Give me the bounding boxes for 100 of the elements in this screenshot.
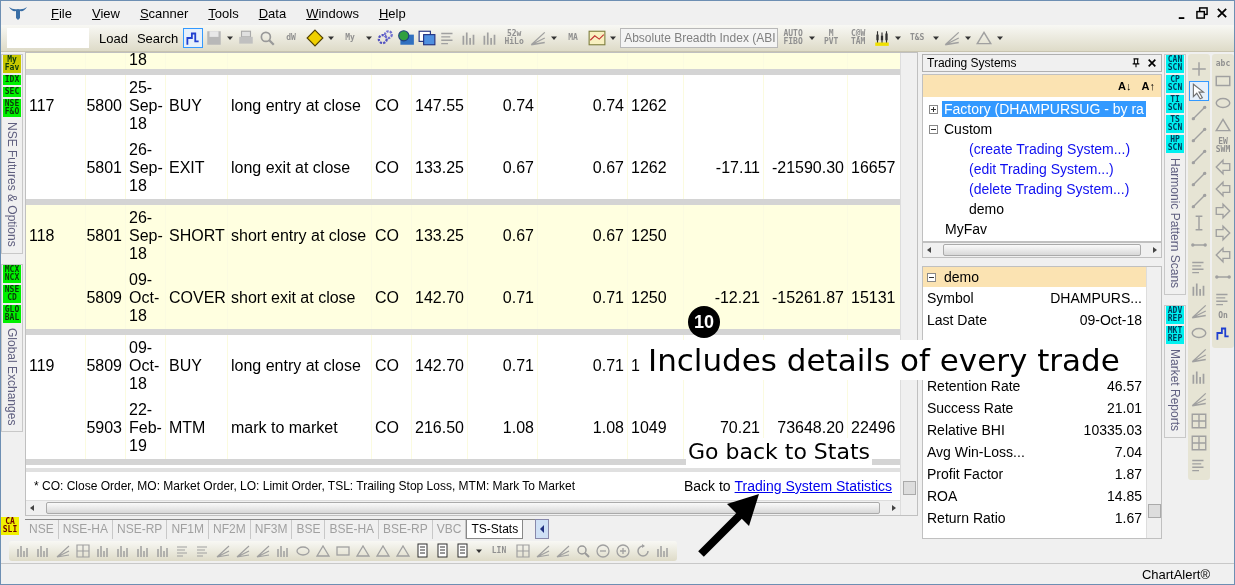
- document-icon[interactable]: [455, 543, 471, 559]
- trend-line-icon[interactable]: [184, 29, 203, 47]
- rectangle-icon[interactable]: [335, 543, 351, 559]
- restore-icon[interactable]: [1196, 7, 1208, 19]
- side-tab[interactable]: ADV REP MKT REP Market Reports: [1164, 305, 1186, 439]
- line-tool-icon[interactable]: [1190, 170, 1208, 188]
- triangle-icon[interactable]: [375, 543, 391, 559]
- tree-item[interactable]: Custom: [942, 121, 995, 137]
- statistics-link[interactable]: Trading System Statistics: [734, 478, 892, 494]
- toolbar-button[interactable]: Search: [133, 30, 182, 46]
- pointer-icon[interactable]: [1190, 82, 1208, 100]
- grid-icon[interactable]: [515, 543, 531, 559]
- tree-item[interactable]: MyFav: [943, 221, 989, 237]
- exchange-badge[interactable]: My Fav: [3, 55, 21, 73]
- caret-icon[interactable]: [365, 34, 374, 42]
- exchange-badge[interactable]: CAN SCN: [1166, 55, 1184, 73]
- toolbar-button[interactable]: Load: [96, 30, 131, 46]
- search-field[interactable]: [7, 28, 89, 48]
- exchange-badge[interactable]: HP SCN: [1166, 135, 1184, 153]
- fan-lines-icon[interactable]: [1190, 390, 1208, 408]
- tree-item[interactable]: (create Trading System...): [967, 141, 1133, 157]
- sort-button[interactable]: A↓: [1116, 80, 1134, 92]
- bar-chart-icon[interactable]: [35, 543, 51, 559]
- exchange-badge[interactable]: NSE F&O: [3, 99, 21, 117]
- triangle-icon[interactable]: [315, 543, 331, 559]
- category-header[interactable]: demo: [923, 267, 1146, 287]
- sheet-tab[interactable]: TS-Stats: [466, 520, 524, 539]
- side-tab[interactable]: CAN SCN CP SCN TI SCN TS SCN HP SCN Harmonic Pattern Scans: [1164, 54, 1186, 296]
- zoom-in-icon[interactable]: [615, 543, 631, 559]
- horizontal-scrollbar[interactable]: [26, 500, 900, 515]
- caret-icon[interactable]: [550, 34, 559, 42]
- fan-lines-icon[interactable]: [215, 543, 231, 559]
- exchange-badge[interactable]: TS SCN: [1166, 115, 1184, 133]
- tree-item[interactable]: (delete Trading System...): [967, 181, 1132, 197]
- menu-item[interactable]: View: [81, 5, 130, 21]
- exchange-badge[interactable]: IDX: [3, 75, 21, 85]
- candlestick-icon[interactable]: [873, 29, 892, 47]
- magnifier-icon[interactable]: [258, 29, 277, 47]
- grid-icon[interactable]: [1190, 434, 1208, 452]
- gear-icon[interactable]: [376, 29, 395, 47]
- caret-icon[interactable]: [327, 34, 336, 42]
- left-arrow-icon[interactable]: [1214, 246, 1232, 264]
- tree-item[interactable]: (edit Trading System...): [967, 161, 1116, 177]
- right-arrow-icon[interactable]: [1214, 202, 1232, 220]
- caret-icon[interactable]: [894, 34, 903, 42]
- scroll-right-icon[interactable]: [890, 504, 898, 512]
- collapse-icon[interactable]: [927, 272, 936, 282]
- tab-scroll-button[interactable]: [535, 519, 549, 539]
- collapse-icon[interactable]: [929, 124, 938, 134]
- bar-chart-icon[interactable]: [135, 543, 151, 559]
- caret-icon[interactable]: [996, 34, 1005, 42]
- pin-icon[interactable]: [1131, 58, 1141, 68]
- tree-item[interactable]: demo: [967, 201, 1007, 217]
- sort-button[interactable]: A↑: [1139, 80, 1157, 92]
- bar-chart-icon[interactable]: [95, 543, 111, 559]
- fan-lines-icon[interactable]: [535, 543, 551, 559]
- exchange-badge[interactable]: CP SCN: [1166, 75, 1184, 93]
- caret-icon[interactable]: [964, 34, 973, 42]
- side-tab[interactable]: MCX NCX NSE CD GLO BAL Global Exchanges: [1, 263, 23, 433]
- indicator-dropdown[interactable]: Absolute Breadth Index (ABI: [620, 28, 779, 48]
- exchange-badge[interactable]: TI SCN: [1166, 95, 1184, 113]
- caret-icon[interactable]: [808, 34, 817, 42]
- document-icon[interactable]: [415, 543, 431, 559]
- side-tab[interactable]: My Fav IDX SEC NSE F&O NSE Futures & Options: [1, 54, 23, 254]
- zoom-out-icon[interactable]: [595, 543, 611, 559]
- menu-item[interactable]: Scanner: [129, 5, 199, 21]
- menu-item[interactable]: Data: [248, 5, 297, 21]
- right-arrow-icon[interactable]: [1214, 224, 1232, 242]
- left-arrow-icon[interactable]: [1214, 180, 1232, 198]
- magnifier-icon[interactable]: [575, 543, 591, 559]
- exchange-badge[interactable]: MKT REP: [1166, 326, 1184, 345]
- grid-icon[interactable]: [1190, 412, 1208, 430]
- scroll-left-icon[interactable]: [925, 246, 933, 254]
- fan-lines-icon[interactable]: [555, 543, 571, 559]
- refresh-icon[interactable]: [635, 543, 651, 559]
- left-arrow-icon[interactable]: [1214, 158, 1232, 176]
- triangle-icon[interactable]: [1214, 116, 1232, 134]
- menu-item[interactable]: File: [41, 5, 82, 21]
- close-icon[interactable]: [1147, 58, 1157, 68]
- expand-icon[interactable]: [929, 104, 938, 114]
- menu-item[interactable]: Tools: [198, 5, 249, 21]
- ellipse-icon[interactable]: [295, 543, 311, 559]
- caret-icon[interactable]: [932, 34, 941, 42]
- bar-chart-icon[interactable]: [15, 543, 31, 559]
- scroll-left-icon[interactable]: [28, 504, 36, 512]
- exchange-badge[interactable]: CA SLI: [1, 517, 19, 535]
- document-icon[interactable]: [435, 543, 451, 559]
- bar-chart-icon[interactable]: [655, 543, 671, 559]
- caret-icon[interactable]: [475, 547, 483, 555]
- fan-lines-icon[interactable]: [255, 543, 271, 559]
- horizontal-scrollbar[interactable]: [922, 242, 1162, 258]
- diamond-icon[interactable]: [306, 29, 325, 47]
- exchange-badge[interactable]: GLO BAL: [3, 304, 21, 323]
- scroll-right-icon[interactable]: [1151, 246, 1159, 254]
- caret-icon[interactable]: [609, 34, 618, 42]
- fan-lines-icon[interactable]: [1190, 302, 1208, 320]
- grid-icon[interactable]: [75, 543, 91, 559]
- line-tool-icon[interactable]: [1190, 126, 1208, 144]
- bar-chart-icon[interactable]: [155, 543, 171, 559]
- exchange-badge[interactable]: ADV REP: [1166, 306, 1184, 325]
